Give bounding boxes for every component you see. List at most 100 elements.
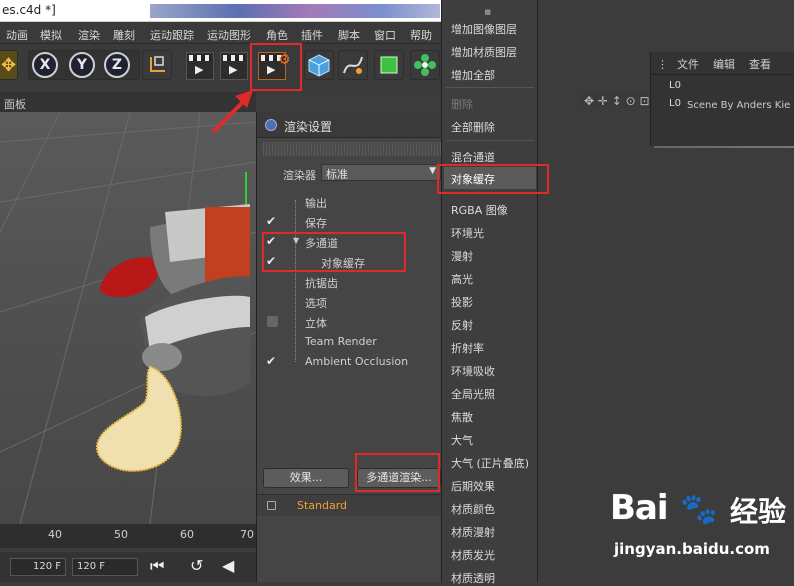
objmenu-file[interactable]: 文件 — [677, 56, 699, 72]
render-settings-dialog: 渲染设置 渲染器 标准 ▼ 输出 ✔ 保存 ✔ ▼ 多通道 ✔ 对象缓存 抗锯齿… — [256, 112, 457, 582]
view-nav-icons[interactable]: ✥ ✛ ↕ ⊙ ⊡ — [584, 94, 650, 108]
coordinate-system-icon[interactable] — [142, 50, 172, 80]
previous-key-icon[interactable]: ↺ — [190, 556, 203, 575]
tree-item-options[interactable]: 选项 — [263, 292, 453, 312]
spline-pen-icon[interactable] — [338, 50, 368, 80]
annotation-box-multipass-button — [355, 453, 440, 492]
menu-script[interactable]: 脚本 — [338, 27, 360, 43]
grip-icon: ⋮ — [657, 58, 668, 71]
window-title: es.c4d *] — [2, 3, 56, 17]
tree-item-save[interactable]: ✔ 保存 — [263, 212, 453, 232]
timeline-tick: 50 — [114, 528, 128, 541]
menu-item-atmosphere-multiply[interactable]: 大气 (正片叠底) — [451, 455, 529, 471]
render-view-icon[interactable] — [186, 52, 214, 80]
tree-item-antialiasing[interactable]: 抗锯齿 — [263, 272, 453, 292]
3d-viewport[interactable] — [0, 112, 256, 524]
objmenu-view[interactable]: 查看 — [749, 56, 771, 72]
tree-item-ambient-occlusion[interactable]: ✔ Ambient Occlusion — [263, 352, 453, 372]
cube-icon[interactable] — [304, 50, 334, 80]
objmenu-edit[interactable]: 编辑 — [713, 56, 735, 72]
menu-item-post-effects[interactable]: 后期效果 — [451, 478, 495, 494]
dialog-grip — [263, 142, 453, 156]
annotation-box-object-buffer — [437, 164, 549, 194]
watermark-brand: Bai — [610, 488, 669, 528]
array-flower-icon[interactable] — [410, 50, 440, 80]
menu-item-ambient-occlusion[interactable]: 环境吸收 — [451, 363, 495, 379]
menu-grip-icon: ▪ — [484, 5, 492, 18]
menu-item-add-image-layer[interactable]: 增加图像图层 — [451, 21, 517, 37]
menu-item-atmosphere[interactable]: 大气 — [451, 432, 473, 448]
end-frame-field[interactable]: 120 F — [72, 558, 138, 576]
renderer-value: 标准 — [326, 168, 348, 181]
menu-item-delete-all[interactable]: 全部删除 — [451, 119, 495, 135]
renderer-select[interactable]: 标准 ▼ — [321, 164, 441, 181]
dialog-title-bar[interactable]: 渲染设置 — [257, 112, 457, 138]
watermark-url: jingyan.baidu.com — [614, 540, 770, 558]
layer-icon: L0 — [669, 80, 681, 91]
menu-item-material-luminance[interactable]: 材质发光 — [451, 547, 495, 563]
go-to-start-icon[interactable]: ⏮ — [150, 556, 164, 576]
move-tool-icon[interactable]: ✥ — [0, 50, 18, 80]
step-back-icon[interactable]: ◀ — [222, 556, 234, 575]
menu-motion-tracking[interactable]: 运动跟踪 — [150, 27, 194, 43]
generator-icon[interactable] — [374, 50, 404, 80]
panel-label[interactable]: 面板 — [4, 96, 26, 112]
render-picture-viewer-icon[interactable] — [220, 52, 248, 80]
start-frame-field[interactable]: 120 F — [10, 558, 66, 576]
menu-item-add-material-layer[interactable]: 增加材质图层 — [451, 44, 517, 60]
menu-sculpt[interactable]: 雕刻 — [113, 27, 135, 43]
timeline-tick: 60 — [180, 528, 194, 541]
menu-render[interactable]: 渲染 — [78, 27, 100, 43]
paw-icon: 🐾 — [680, 492, 718, 527]
menu-item-delete[interactable]: 删除 — [451, 96, 473, 112]
layer-icon-2: L0 — [669, 98, 681, 109]
c4d-logo-icon — [265, 119, 277, 131]
baidu-watermark: Bai 🐾 经验 jingyan.baidu.com — [610, 488, 794, 582]
object-manager: ⋮ 文件 编辑 查看 L0 L0 Scene By Anders Kie — [650, 52, 794, 146]
menu-item-material-diffuse[interactable]: 材质漫射 — [451, 524, 495, 540]
menu-item-material-transparency[interactable]: 材质透明 — [451, 570, 495, 586]
scene-item[interactable]: Scene By Anders Kie — [687, 100, 790, 111]
menu-item-rgba-image[interactable]: RGBA 图像 — [451, 202, 508, 218]
annotation-arrow — [211, 90, 253, 134]
chevron-down-icon: ▼ — [429, 166, 436, 176]
menu-animation[interactable]: 动画 — [6, 27, 28, 43]
effects-button[interactable]: 效果... — [263, 468, 349, 488]
renderer-label: 渲染器 — [283, 169, 316, 182]
menu-item-blend-channel[interactable]: 混合通道 — [451, 149, 495, 165]
menu-plugins[interactable]: 插件 — [301, 27, 323, 43]
axis-x-button[interactable]: X — [32, 52, 58, 78]
axis-z-button[interactable]: Z — [104, 52, 130, 78]
menu-item-add-all[interactable]: 增加全部 — [451, 67, 495, 83]
dialog-title: 渲染设置 — [284, 120, 333, 134]
menu-character[interactable]: 角色 — [266, 27, 288, 43]
menu-item-refraction[interactable]: 折射率 — [451, 340, 484, 356]
checkbox[interactable] — [267, 316, 278, 327]
menu-item-material-color[interactable]: 材质颜色 — [451, 501, 495, 517]
annotation-box-multipass — [262, 232, 406, 272]
menu-item-reflection[interactable]: 反射 — [451, 317, 473, 333]
checkmark-icon[interactable]: ✔ — [266, 355, 278, 367]
menu-item-specular[interactable]: 高光 — [451, 271, 473, 287]
menu-item-shadow[interactable]: 投影 — [451, 294, 473, 310]
watermark-brand-cn: 经验 — [730, 495, 787, 528]
menu-mograph[interactable]: 运动图形 — [207, 27, 251, 43]
playback-bar: 120 F 120 F ⏮ ↺ ◀ — [0, 552, 256, 582]
timeline-tick: 40 — [48, 528, 62, 541]
tree-item-stereoscopic[interactable]: 立体 — [263, 312, 453, 332]
menu-item-diffuse[interactable]: 漫射 — [451, 248, 473, 264]
render-setting-standard[interactable]: Standard — [257, 494, 457, 516]
timeline-tick: 70 — [240, 528, 254, 541]
menu-window[interactable]: 窗口 — [374, 27, 396, 43]
menu-item-global-illumination[interactable]: 全局光照 — [451, 386, 495, 402]
taskbar-thumbnails — [150, 4, 440, 18]
checkmark-icon[interactable]: ✔ — [266, 215, 278, 227]
menu-simulate[interactable]: 模拟 — [40, 27, 62, 43]
tree-item-team-render[interactable]: Team Render — [263, 332, 453, 352]
axis-y-button[interactable]: Y — [69, 52, 95, 78]
menu-help[interactable]: 帮助 — [410, 27, 432, 43]
timeline-ruler[interactable]: 40 50 60 70 — [0, 524, 256, 548]
menu-item-caustics[interactable]: 焦散 — [451, 409, 473, 425]
tree-item-output[interactable]: 输出 — [263, 192, 453, 212]
menu-item-ambient[interactable]: 环境光 — [451, 225, 484, 241]
